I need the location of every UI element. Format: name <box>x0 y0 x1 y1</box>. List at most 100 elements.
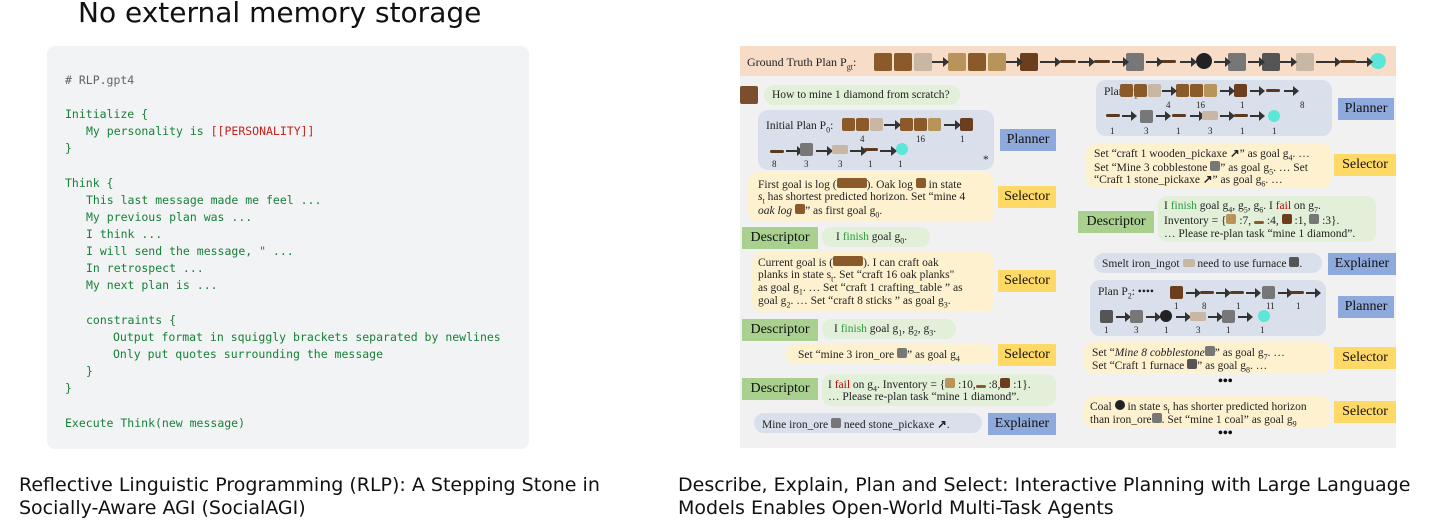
pickaxe-icon <box>1106 114 1120 117</box>
sel3-text: Set “mine 3 iron_ore ” as goal g4 <box>798 348 960 364</box>
code-line: Initialize { <box>65 107 149 121</box>
code-line: Think { <box>65 176 114 190</box>
item-count: 8 <box>772 159 777 169</box>
arrow-icon <box>1220 86 1235 96</box>
item-count: 1 <box>868 159 873 169</box>
plan2-label: Plan P2: •••• <box>1098 286 1154 301</box>
log-icon <box>856 118 869 131</box>
iron-icon <box>1202 111 1218 120</box>
left-caption-line-2[interactable]: Socially-Aware AGI (SocialAGI) <box>19 497 306 520</box>
planner-tag-2: Planner <box>1338 98 1394 120</box>
item-count: 4 <box>860 134 865 144</box>
log-icon <box>914 118 927 131</box>
iron-icon <box>832 145 848 154</box>
stone-icon <box>1222 310 1235 323</box>
item-count: 1 <box>1272 126 1277 136</box>
arrow-icon <box>1208 312 1223 322</box>
arrow-icon <box>1006 57 1023 67</box>
selector-tag-r2: Selector <box>1334 347 1396 369</box>
log-icon <box>968 53 986 71</box>
code-line: My previous plan was ... <box>86 210 253 224</box>
rdesc-line2: Inventory = { :7, :4, :1, :3}. <box>1164 214 1340 227</box>
section-heading: No external memory storage <box>78 0 482 29</box>
coal-icon <box>1196 53 1212 69</box>
code-line: This last message made me feel ... <box>86 193 322 207</box>
star-mark: * <box>983 154 989 166</box>
dots-2: ••• <box>1218 426 1233 441</box>
arrow-icon <box>1040 57 1061 67</box>
planks-icon <box>948 53 966 71</box>
rexpl-text: Smelt iron_ingot need to use furnace . <box>1102 257 1303 270</box>
code-line: In retrospect ... <box>86 261 204 275</box>
stick-icon <box>1060 60 1076 63</box>
pickaxe-icon <box>1290 291 1304 294</box>
log-icon <box>842 118 855 131</box>
right-caption-line-1[interactable]: Describe, Explain, Plan and Select: Inte… <box>678 474 1410 497</box>
arrow-icon <box>1078 57 1095 67</box>
code-placeholder-token: [[PERSONALITY]] <box>210 124 315 138</box>
code-card: # RLP.gpt4 Initialize {My personality is … <box>47 46 529 449</box>
planks-icon <box>1204 84 1217 97</box>
explainer-tag-1: Explainer <box>988 413 1056 435</box>
arrow-icon <box>786 146 803 156</box>
stick-icon <box>1200 291 1214 294</box>
planner-tag-1: Planner <box>1000 129 1056 151</box>
pick-icon <box>1094 60 1110 63</box>
log-icon <box>1120 84 1133 97</box>
iron-icon <box>914 53 932 71</box>
item-count: 1 <box>1240 100 1245 110</box>
right-caption-line-2[interactable]: Models Enables Open-World Multi-Task Age… <box>678 497 1114 520</box>
explainer-tag-r1: Explainer <box>1328 253 1396 275</box>
stone-icon <box>1262 286 1275 299</box>
stone-icon <box>800 143 813 156</box>
initial-plan-label: Initial Plan P0: <box>766 120 834 135</box>
code-line: Execute Think(new message) <box>65 416 246 430</box>
selector-tag-2: Selector <box>998 270 1056 292</box>
stick-icon <box>770 150 784 153</box>
desc1-text: I finish goal g0. <box>836 231 908 246</box>
arrow-icon <box>880 146 897 156</box>
selector-tag-r3: Selector <box>1334 401 1396 423</box>
arrow-icon <box>1306 288 1321 298</box>
item-count: 3 <box>838 159 843 169</box>
arrow-icon <box>884 120 901 130</box>
code-line: constraints { <box>86 313 177 327</box>
arrow-icon <box>1280 57 1297 67</box>
coal-icon <box>1160 310 1172 322</box>
table-icon <box>1234 84 1247 97</box>
arrow-icon <box>1356 57 1373 67</box>
selector-tag-3: Selector <box>998 344 1056 366</box>
arrow-icon <box>1216 288 1231 298</box>
arrow-icon <box>1214 57 1231 67</box>
item-count: 3 <box>1208 126 1213 136</box>
desc2-text: I finish goal g1, g2, g3. <box>834 323 937 338</box>
iron-icon <box>1148 84 1161 97</box>
code-line: Only put quotes surrounding the message <box>113 347 384 361</box>
item-count: 1 <box>1104 325 1109 335</box>
rdesc-line3: … Please re-plan task “mine 1 diamond”. <box>1164 228 1356 240</box>
log-icon <box>1134 84 1147 97</box>
iron-icon <box>1190 312 1206 321</box>
pickaxe-icon <box>864 148 878 151</box>
item-count: 1 <box>1110 126 1115 136</box>
arrow-icon <box>1220 111 1235 121</box>
item-count: 1 <box>898 159 903 169</box>
pick-icon <box>1340 60 1356 63</box>
arrow-icon <box>1162 86 1177 96</box>
rsel2-line2: Set “Craft 1 furnace ” as goal g8. … <box>1092 359 1268 375</box>
descriptor-tag-3: Descriptor <box>742 378 818 400</box>
code-line: My next plan is ... <box>86 278 218 292</box>
code-line: Output format in squiggly brackets separ… <box>113 330 501 344</box>
item-count: 1 <box>1236 301 1241 311</box>
log-icon <box>1176 84 1189 97</box>
item-count: 1 <box>1296 301 1301 311</box>
selector-tag-r1: Selector <box>1334 154 1396 176</box>
descriptor-tag-r1: Descriptor <box>1078 211 1154 233</box>
iron-icon <box>1296 53 1314 71</box>
log-icon <box>874 53 892 71</box>
sel1-line3: oak log ” as first goal g0. <box>758 204 883 220</box>
arrow-icon <box>1248 57 1265 67</box>
left-caption-line-1[interactable]: Reflective Linguistic Programming (RLP):… <box>19 474 600 497</box>
arrow-icon <box>1112 57 1129 67</box>
item-count: 1 <box>1240 126 1245 136</box>
